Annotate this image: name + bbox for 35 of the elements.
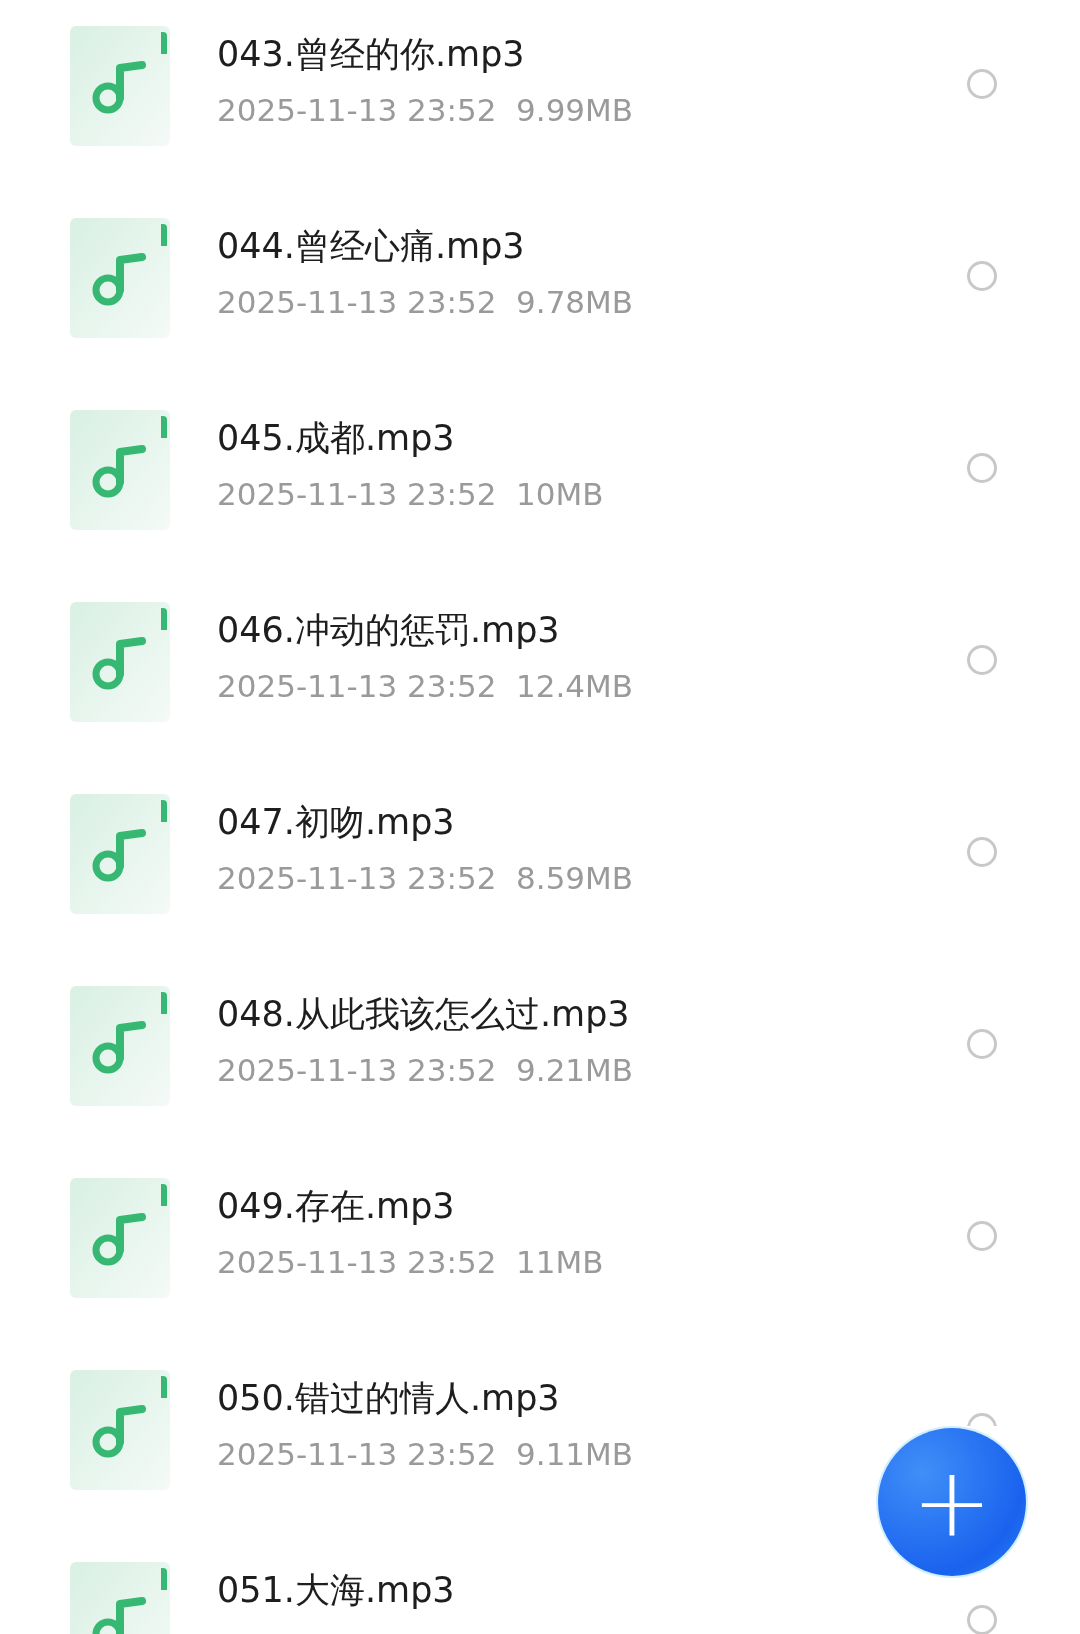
file-name: 044.曾经心痛.mp3 (217, 225, 526, 268)
file-info: 2025-11-13 23:52 10MB (217, 475, 605, 514)
radio-button[interactable] (967, 453, 997, 483)
music-file-icon (70, 218, 170, 338)
radio-button[interactable] (967, 837, 997, 867)
file-name: 048.从此我该怎么过.mp3 (217, 993, 631, 1036)
file-name: 043.曾经的你.mp3 (217, 33, 526, 76)
file-name: 051.大海.mp3 (217, 1569, 456, 1612)
add-button[interactable]: + (878, 1428, 1026, 1576)
radio-button[interactable] (967, 261, 997, 291)
radio-button[interactable] (967, 1029, 997, 1059)
radio-button[interactable] (967, 1413, 997, 1426)
file-info: 2025-11-13 23:52 8.59MB (217, 859, 635, 898)
file-name: 049.存在.mp3 (217, 1185, 456, 1228)
file-info: 2025-11-13 23:52 9.78MB (217, 283, 635, 322)
file-info: 2025-11-13 23:52 9.99MB (217, 91, 635, 130)
file-name: 045.成都.mp3 (217, 417, 456, 460)
file-info: 2025-11-13 23:52 9.21MB (217, 1051, 635, 1090)
music-file-icon (70, 1370, 170, 1490)
music-file-icon (70, 794, 170, 914)
file-name: 046.冲动的惩罚.mp3 (217, 609, 561, 652)
file-info: 2025-11-13 23:52 11MB (217, 1243, 605, 1282)
file-name: 047.初吻.mp3 (217, 801, 456, 844)
music-file-icon (70, 26, 170, 146)
radio-button[interactable] (967, 645, 997, 675)
file-info: 2025-11-13 23:52 9.11MB (217, 1435, 635, 1474)
file-info: 2025-11-13 23:52 12.4MB (217, 667, 635, 706)
music-file-icon (70, 1178, 170, 1298)
radio-button[interactable] (967, 69, 997, 99)
radio-button[interactable] (967, 1605, 997, 1634)
radio-button[interactable] (967, 1221, 997, 1251)
music-file-icon (70, 986, 170, 1106)
music-file-icon (70, 410, 170, 530)
file-name: 050.错过的情人.mp3 (217, 1377, 561, 1420)
music-file-icon (70, 602, 170, 722)
